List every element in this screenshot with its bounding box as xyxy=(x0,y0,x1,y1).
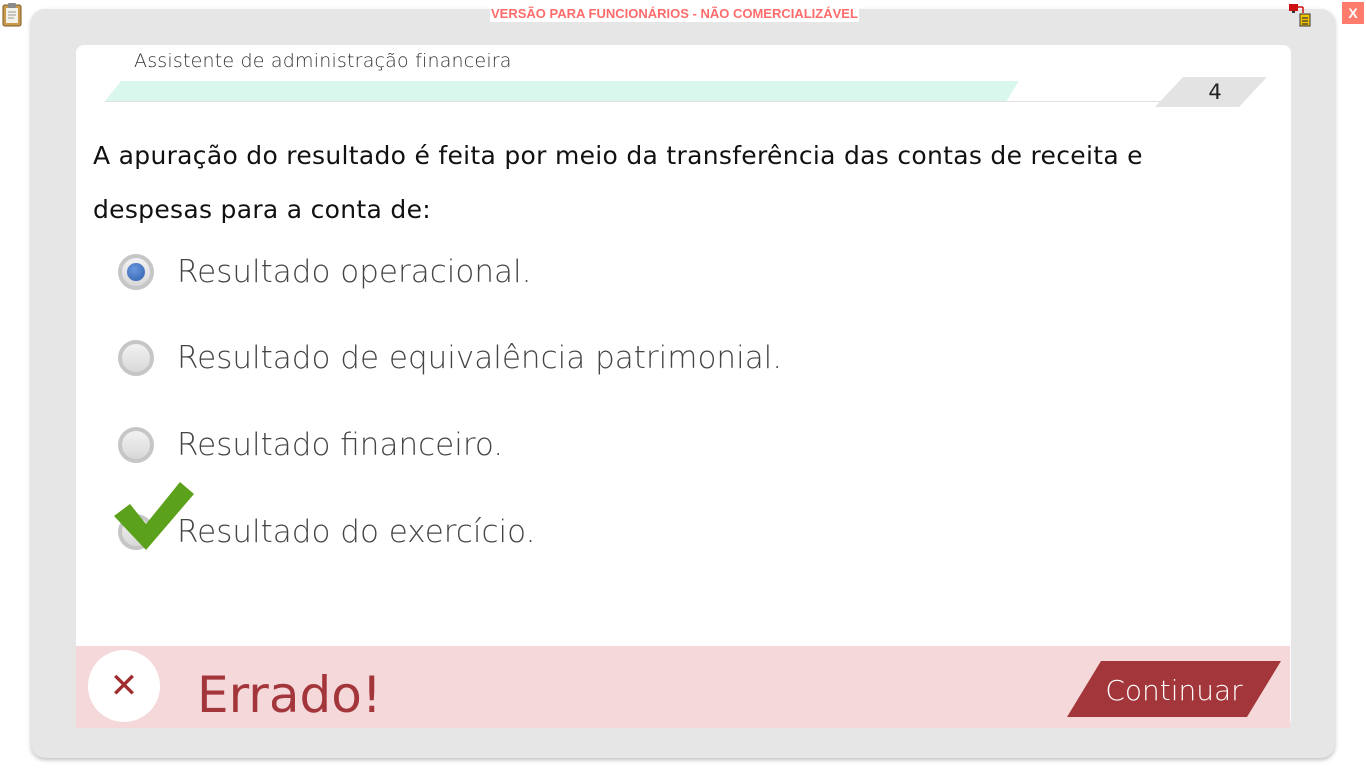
option-resultado-equivalencia[interactable]: Resultado de equivalência patrimonial. xyxy=(118,334,782,382)
progress-bar xyxy=(105,81,1180,102)
option-resultado-financeiro[interactable]: Resultado financeiro. xyxy=(118,421,503,469)
watermark-banner: VERSÃO PARA FUNCIONÁRIOS - NÃO COMERCIAL… xyxy=(490,6,859,22)
question-text: A apuração do resultado é feita por meio… xyxy=(93,141,1143,224)
option-resultado-operacional[interactable]: Resultado operacional. xyxy=(118,248,531,296)
option-resultado-exercicio[interactable]: Resultado do exercício. xyxy=(118,508,535,556)
close-icon: ✕ xyxy=(109,666,139,706)
radio-button[interactable] xyxy=(118,254,154,290)
option-label: Resultado do exercício. xyxy=(177,514,536,550)
network-notes-icon[interactable] xyxy=(1288,3,1312,27)
continue-button[interactable] xyxy=(1067,661,1281,717)
radio-button[interactable] xyxy=(118,340,154,376)
close-app-button[interactable]: X xyxy=(1342,2,1364,24)
course-title: Assistente de administração financeira xyxy=(134,50,512,72)
option-label: Resultado financeiro. xyxy=(177,427,504,463)
question-number: 4 xyxy=(1208,80,1222,104)
radio-button[interactable] xyxy=(118,514,154,550)
feedback-status: Errado! xyxy=(197,666,382,724)
option-label: Resultado de equivalência patrimonial. xyxy=(177,340,783,376)
progress-fill xyxy=(105,81,1019,101)
option-label: Resultado operacional. xyxy=(177,254,532,290)
clipboard-icon[interactable] xyxy=(1,1,23,27)
radio-button[interactable] xyxy=(118,427,154,463)
